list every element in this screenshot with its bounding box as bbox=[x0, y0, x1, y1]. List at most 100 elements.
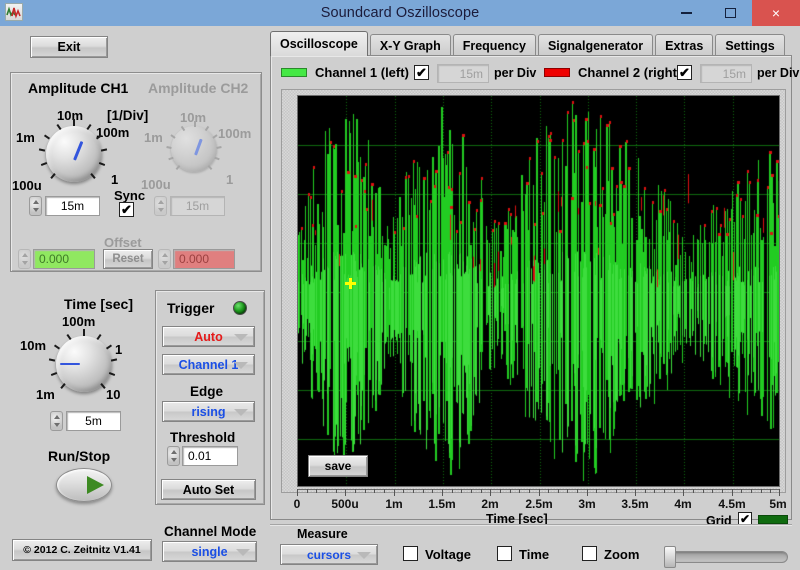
trigger-led bbox=[233, 301, 247, 315]
offset-reset-button[interactable]: Reset bbox=[103, 249, 153, 269]
measure-voltage-checkbox[interactable] bbox=[403, 546, 418, 561]
offset-ch2-value[interactable]: 0.000 bbox=[173, 249, 235, 269]
measure-time-checkbox[interactable] bbox=[497, 546, 512, 561]
maximize-button[interactable] bbox=[708, 0, 752, 26]
measure-title: Measure bbox=[297, 527, 348, 541]
x-axis-tick-label: 2m bbox=[481, 497, 499, 511]
x-axis-minor-tick bbox=[452, 489, 453, 493]
x-axis-major-tick bbox=[732, 489, 733, 496]
x-axis-minor-tick bbox=[645, 489, 646, 493]
tab-oscilloscope[interactable]: Oscilloscope bbox=[270, 31, 368, 56]
time-base-value[interactable]: 5m bbox=[66, 411, 121, 431]
chevron-down-icon bbox=[234, 408, 248, 416]
save-button[interactable]: save bbox=[308, 455, 368, 477]
x-axis-minor-tick bbox=[510, 489, 511, 493]
channel-2-per-div-label: per Div bbox=[757, 66, 800, 80]
threshold-value[interactable]: 0.01 bbox=[182, 446, 238, 466]
x-axis-tick-label: 500u bbox=[331, 497, 359, 511]
channel-2-enable-checkbox[interactable]: ✔ bbox=[677, 65, 692, 80]
exit-button[interactable]: Exit bbox=[30, 36, 108, 58]
trigger-edge-dropdown[interactable]: rising bbox=[162, 401, 255, 422]
x-axis-minor-tick bbox=[625, 489, 626, 493]
tab-settings[interactable]: Settings bbox=[715, 34, 785, 56]
x-axis-minor-tick bbox=[577, 489, 578, 493]
time-scale-10m: 10m bbox=[20, 338, 47, 353]
sync-label: Sync bbox=[114, 188, 146, 203]
x-axis-major-tick bbox=[635, 489, 636, 496]
amplitude-ch2-value[interactable]: 15m bbox=[170, 196, 225, 216]
time-title: Time [sec] bbox=[64, 296, 133, 312]
grid-color-swatch[interactable] bbox=[758, 515, 788, 524]
x-axis: 0 500u 1m 1.5m 2m 2.5m 3m 3.5m 4m 4.5m 5m bbox=[294, 489, 787, 513]
amplitude-ch2-knob[interactable] bbox=[165, 120, 227, 182]
close-button[interactable]: × bbox=[752, 0, 800, 26]
x-axis-major-tick bbox=[345, 489, 346, 496]
time-base-spinner[interactable] bbox=[50, 411, 63, 431]
x-axis-tick-label: 5m bbox=[769, 497, 787, 511]
x-axis-major-tick bbox=[490, 489, 491, 496]
x-axis-minor-tick bbox=[616, 489, 617, 493]
amplitude-ch1-title: Amplitude CH1 bbox=[28, 80, 129, 96]
trigger-source-value: Channel 1 bbox=[178, 357, 239, 372]
channel-1-per-div-value[interactable]: 15m bbox=[437, 64, 489, 83]
offset-ch1-value[interactable]: 0.000 bbox=[33, 249, 95, 269]
x-axis-major-tick bbox=[394, 489, 395, 496]
x-axis-minor-tick bbox=[548, 489, 549, 493]
amplitude-ch1-knob[interactable] bbox=[38, 118, 110, 190]
x-axis-major-tick bbox=[683, 489, 684, 496]
x-axis-minor-tick bbox=[355, 489, 356, 493]
tab-extras[interactable]: Extras bbox=[655, 34, 714, 56]
x-axis-minor-tick bbox=[461, 489, 462, 493]
offset-ch2-spinner[interactable] bbox=[158, 249, 171, 269]
x-axis-tick-label: 3.5m bbox=[621, 497, 649, 511]
x-axis-tick-label: 2.5m bbox=[525, 497, 553, 511]
scope-plot-area[interactable] bbox=[297, 95, 780, 487]
x-axis-minor-tick bbox=[712, 489, 713, 493]
amplitude-ch1-spinner[interactable] bbox=[29, 196, 42, 216]
x-axis-minor-tick bbox=[481, 489, 482, 493]
x-axis-minor-tick bbox=[326, 489, 327, 493]
threshold-spinner[interactable] bbox=[167, 446, 180, 466]
tab-xy-graph[interactable]: X-Y Graph bbox=[369, 34, 451, 56]
x-axis-major-tick bbox=[539, 489, 540, 496]
measure-mode-dropdown[interactable]: cursors bbox=[280, 544, 378, 565]
auto-set-button[interactable]: Auto Set bbox=[161, 479, 256, 500]
channel-2-color-swatch bbox=[544, 68, 570, 77]
x-axis-minor-tick bbox=[606, 489, 607, 493]
time-base-knob[interactable] bbox=[48, 328, 120, 400]
run-stop-button[interactable] bbox=[56, 468, 112, 502]
ch1-scale-1: 1 bbox=[111, 172, 119, 187]
trigger-mode-value: Auto bbox=[194, 329, 223, 344]
threshold-label: Threshold bbox=[170, 430, 236, 445]
offset-ch1-spinner[interactable] bbox=[18, 249, 31, 269]
x-axis-tick-label: 4m bbox=[674, 497, 692, 511]
edge-label: Edge bbox=[190, 384, 224, 399]
channel-mode-value: single bbox=[191, 544, 228, 559]
x-axis-minor-tick bbox=[365, 489, 366, 493]
play-icon bbox=[87, 476, 104, 494]
channel-mode-dropdown[interactable]: single bbox=[162, 541, 257, 562]
tab-frequency[interactable]: Frequency bbox=[452, 34, 536, 56]
offset-label: Offset bbox=[104, 235, 142, 250]
channel-2-per-div-value[interactable]: 15m bbox=[700, 64, 752, 83]
main-tabs: Oscilloscope X-Y Graph Frequency Signalg… bbox=[270, 31, 787, 56]
copyright-button[interactable]: © 2012 C. Zeitnitz V1.41 bbox=[12, 539, 152, 561]
zoom-slider-track[interactable] bbox=[664, 551, 788, 563]
x-axis-minor-tick bbox=[654, 489, 655, 493]
zoom-slider-thumb[interactable] bbox=[664, 546, 676, 568]
x-axis-minor-tick bbox=[519, 489, 520, 493]
trigger-mode-dropdown[interactable]: Auto bbox=[162, 326, 255, 347]
x-axis-minor-tick bbox=[384, 489, 385, 493]
amplitude-ch1-value[interactable]: 15m bbox=[45, 196, 100, 216]
x-axis-minor-tick bbox=[336, 489, 337, 493]
amplitude-ch2-spinner[interactable] bbox=[154, 196, 167, 216]
trigger-source-dropdown[interactable]: Channel 1 bbox=[162, 354, 255, 375]
sync-checkbox[interactable]: ✔ bbox=[119, 202, 134, 217]
measure-zoom-checkbox[interactable] bbox=[582, 546, 597, 561]
amplitude-unit-label: [1/Div] bbox=[107, 108, 149, 123]
channel-1-enable-checkbox[interactable]: ✔ bbox=[414, 65, 429, 80]
tab-signalgenerator[interactable]: Signalgenerator bbox=[537, 34, 654, 56]
minimize-button[interactable] bbox=[664, 0, 708, 26]
ch2-scale-1: 1 bbox=[226, 172, 234, 187]
x-axis-minor-tick bbox=[307, 489, 308, 493]
